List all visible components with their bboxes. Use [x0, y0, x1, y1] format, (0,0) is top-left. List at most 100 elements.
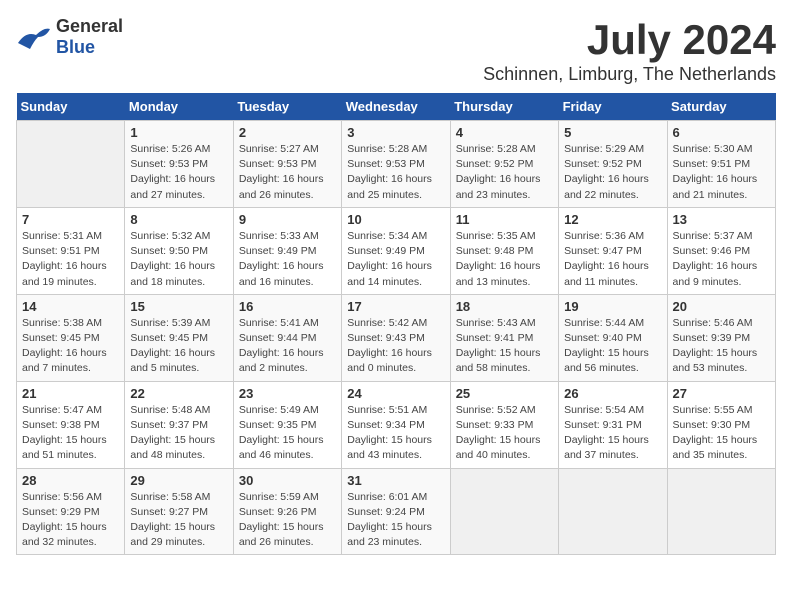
day-number: 24 [347, 386, 444, 401]
calendar-cell: 31 Sunrise: 6:01 AM Sunset: 9:24 PM Dayli… [342, 468, 450, 555]
calendar-cell: 8 Sunrise: 5:32 AM Sunset: 9:50 PM Daylig… [125, 207, 233, 294]
calendar-week-row: 21Sunrise: 5:47 AM Sunset: 9:38 PM Dayli… [17, 381, 776, 468]
calendar-cell: 1 Sunrise: 5:26 AM Sunset: 9:53 PM Daylig… [125, 121, 233, 208]
day-detail: Sunrise: 5:49 AM Sunset: 9:35 PM Dayligh… [239, 403, 336, 464]
weekday-header-cell: Tuesday [233, 93, 341, 121]
calendar-cell: 15 Sunrise: 5:39 AM Sunset: 9:45 PM Dayli… [125, 294, 233, 381]
day-number: 19 [564, 299, 661, 314]
day-number: 1 [130, 125, 227, 140]
day-detail: Sunrise: 5:32 AM Sunset: 9:50 PM Dayligh… [130, 229, 227, 290]
calendar-cell: 3Sunrise: 5:28 AM Sunset: 9:53 PM Daylig… [342, 121, 450, 208]
logo-general-text: General [56, 16, 123, 36]
day-detail: Sunrise: 5:59 AM Sunset: 9:26 PM Dayligh… [239, 490, 336, 551]
calendar-cell: 6Sunrise: 5:30 AM Sunset: 9:51 PM Daylig… [667, 121, 775, 208]
day-detail: Sunrise: 5:41 AM Sunset: 9:44 PM Dayligh… [239, 316, 336, 377]
day-detail: Sunrise: 5:43 AM Sunset: 9:41 PM Dayligh… [456, 316, 553, 377]
calendar-cell: 22Sunrise: 5:48 AM Sunset: 9:37 PM Dayli… [125, 381, 233, 468]
day-number: 12 [564, 212, 661, 227]
calendar-cell: 12 Sunrise: 5:36 AM Sunset: 9:47 PM Dayli… [559, 207, 667, 294]
weekday-header-cell: Saturday [667, 93, 775, 121]
calendar-week-row: 14 Sunrise: 5:38 AM Sunset: 9:45 PM Dayli… [17, 294, 776, 381]
day-detail: Sunrise: 5:38 AM Sunset: 9:45 PM Dayligh… [22, 316, 119, 377]
weekday-header-cell: Monday [125, 93, 233, 121]
day-detail: Sunrise: 6:01 AM Sunset: 9:24 PM Dayligh… [347, 490, 444, 551]
logo: General Blue [16, 16, 123, 58]
day-number: 6 [673, 125, 770, 140]
calendar-cell: 9Sunrise: 5:33 AM Sunset: 9:49 PM Daylig… [233, 207, 341, 294]
day-detail: Sunrise: 5:58 AM Sunset: 9:27 PM Dayligh… [130, 490, 227, 551]
day-detail: Sunrise: 5:35 AM Sunset: 9:48 PM Dayligh… [456, 229, 553, 290]
calendar-cell: 7Sunrise: 5:31 AM Sunset: 9:51 PM Daylig… [17, 207, 125, 294]
calendar-cell: 23 Sunrise: 5:49 AM Sunset: 9:35 PM Dayli… [233, 381, 341, 468]
calendar-cell: 20 Sunrise: 5:46 AM Sunset: 9:39 PM Dayli… [667, 294, 775, 381]
calendar-cell: 18 Sunrise: 5:43 AM Sunset: 9:41 PM Dayli… [450, 294, 558, 381]
day-detail: Sunrise: 5:52 AM Sunset: 9:33 PM Dayligh… [456, 403, 553, 464]
calendar-cell [667, 468, 775, 555]
calendar-cell: 4Sunrise: 5:28 AM Sunset: 9:52 PM Daylig… [450, 121, 558, 208]
calendar-cell: 29Sunrise: 5:58 AM Sunset: 9:27 PM Dayli… [125, 468, 233, 555]
calendar-cell: 13Sunrise: 5:37 AM Sunset: 9:46 PM Dayli… [667, 207, 775, 294]
day-number: 27 [673, 386, 770, 401]
calendar-cell: 24 Sunrise: 5:51 AM Sunset: 9:34 PM Dayli… [342, 381, 450, 468]
day-number: 13 [673, 212, 770, 227]
calendar-cell [17, 121, 125, 208]
day-number: 28 [22, 473, 119, 488]
day-detail: Sunrise: 5:39 AM Sunset: 9:45 PM Dayligh… [130, 316, 227, 377]
day-number: 22 [130, 386, 227, 401]
calendar-cell [559, 468, 667, 555]
day-number: 15 [130, 299, 227, 314]
day-detail: Sunrise: 5:47 AM Sunset: 9:38 PM Dayligh… [22, 403, 119, 464]
day-number: 31 [347, 473, 444, 488]
calendar-cell: 30 Sunrise: 5:59 AM Sunset: 9:26 PM Dayli… [233, 468, 341, 555]
calendar-cell [450, 468, 558, 555]
day-number: 3 [347, 125, 444, 140]
day-detail: Sunrise: 5:36 AM Sunset: 9:47 PM Dayligh… [564, 229, 661, 290]
day-detail: Sunrise: 5:33 AM Sunset: 9:49 PM Dayligh… [239, 229, 336, 290]
calendar-week-row: 28 Sunrise: 5:56 AM Sunset: 9:29 PM Dayli… [17, 468, 776, 555]
calendar-cell: 5 Sunrise: 5:29 AM Sunset: 9:52 PM Daylig… [559, 121, 667, 208]
calendar-cell: 26Sunrise: 5:54 AM Sunset: 9:31 PM Dayli… [559, 381, 667, 468]
calendar-cell: 28 Sunrise: 5:56 AM Sunset: 9:29 PM Dayli… [17, 468, 125, 555]
day-number: 18 [456, 299, 553, 314]
calendar-week-row: 7Sunrise: 5:31 AM Sunset: 9:51 PM Daylig… [17, 207, 776, 294]
day-detail: Sunrise: 5:42 AM Sunset: 9:43 PM Dayligh… [347, 316, 444, 377]
day-number: 2 [239, 125, 336, 140]
day-detail: Sunrise: 5:27 AM Sunset: 9:53 PM Dayligh… [239, 142, 336, 203]
calendar-cell: 27Sunrise: 5:55 AM Sunset: 9:30 PM Dayli… [667, 381, 775, 468]
day-detail: Sunrise: 5:46 AM Sunset: 9:39 PM Dayligh… [673, 316, 770, 377]
day-number: 5 [564, 125, 661, 140]
day-number: 11 [456, 212, 553, 227]
day-number: 26 [564, 386, 661, 401]
day-detail: Sunrise: 5:29 AM Sunset: 9:52 PM Dayligh… [564, 142, 661, 203]
day-number: 30 [239, 473, 336, 488]
logo-blue-text: Blue [56, 37, 95, 57]
calendar-table: SundayMondayTuesdayWednesdayThursdayFrid… [16, 93, 776, 555]
day-number: 20 [673, 299, 770, 314]
weekday-header-cell: Thursday [450, 93, 558, 121]
weekday-header-cell: Wednesday [342, 93, 450, 121]
day-detail: Sunrise: 5:44 AM Sunset: 9:40 PM Dayligh… [564, 316, 661, 377]
day-number: 25 [456, 386, 553, 401]
header: General Blue July 2024 Schinnen, Limburg… [16, 16, 776, 85]
day-number: 8 [130, 212, 227, 227]
calendar-cell: 19 Sunrise: 5:44 AM Sunset: 9:40 PM Dayli… [559, 294, 667, 381]
day-detail: Sunrise: 5:51 AM Sunset: 9:34 PM Dayligh… [347, 403, 444, 464]
day-number: 23 [239, 386, 336, 401]
calendar-cell: 17Sunrise: 5:42 AM Sunset: 9:43 PM Dayli… [342, 294, 450, 381]
calendar-cell: 10Sunrise: 5:34 AM Sunset: 9:49 PM Dayli… [342, 207, 450, 294]
day-number: 14 [22, 299, 119, 314]
day-number: 10 [347, 212, 444, 227]
weekday-header-cell: Friday [559, 93, 667, 121]
calendar-week-row: 1 Sunrise: 5:26 AM Sunset: 9:53 PM Daylig… [17, 121, 776, 208]
day-detail: Sunrise: 5:56 AM Sunset: 9:29 PM Dayligh… [22, 490, 119, 551]
weekday-header-cell: Sunday [17, 93, 125, 121]
day-detail: Sunrise: 5:28 AM Sunset: 9:52 PM Dayligh… [456, 142, 553, 203]
day-detail: Sunrise: 5:26 AM Sunset: 9:53 PM Dayligh… [130, 142, 227, 203]
calendar-subtitle: Schinnen, Limburg, The Netherlands [483, 64, 776, 85]
calendar-cell: 2 Sunrise: 5:27 AM Sunset: 9:53 PM Daylig… [233, 121, 341, 208]
day-detail: Sunrise: 5:31 AM Sunset: 9:51 PM Dayligh… [22, 229, 119, 290]
title-area: July 2024 Schinnen, Limburg, The Netherl… [483, 16, 776, 85]
calendar-title: July 2024 [483, 16, 776, 64]
calendar-cell: 11 Sunrise: 5:35 AM Sunset: 9:48 PM Dayli… [450, 207, 558, 294]
calendar-cell: 25 Sunrise: 5:52 AM Sunset: 9:33 PM Dayli… [450, 381, 558, 468]
